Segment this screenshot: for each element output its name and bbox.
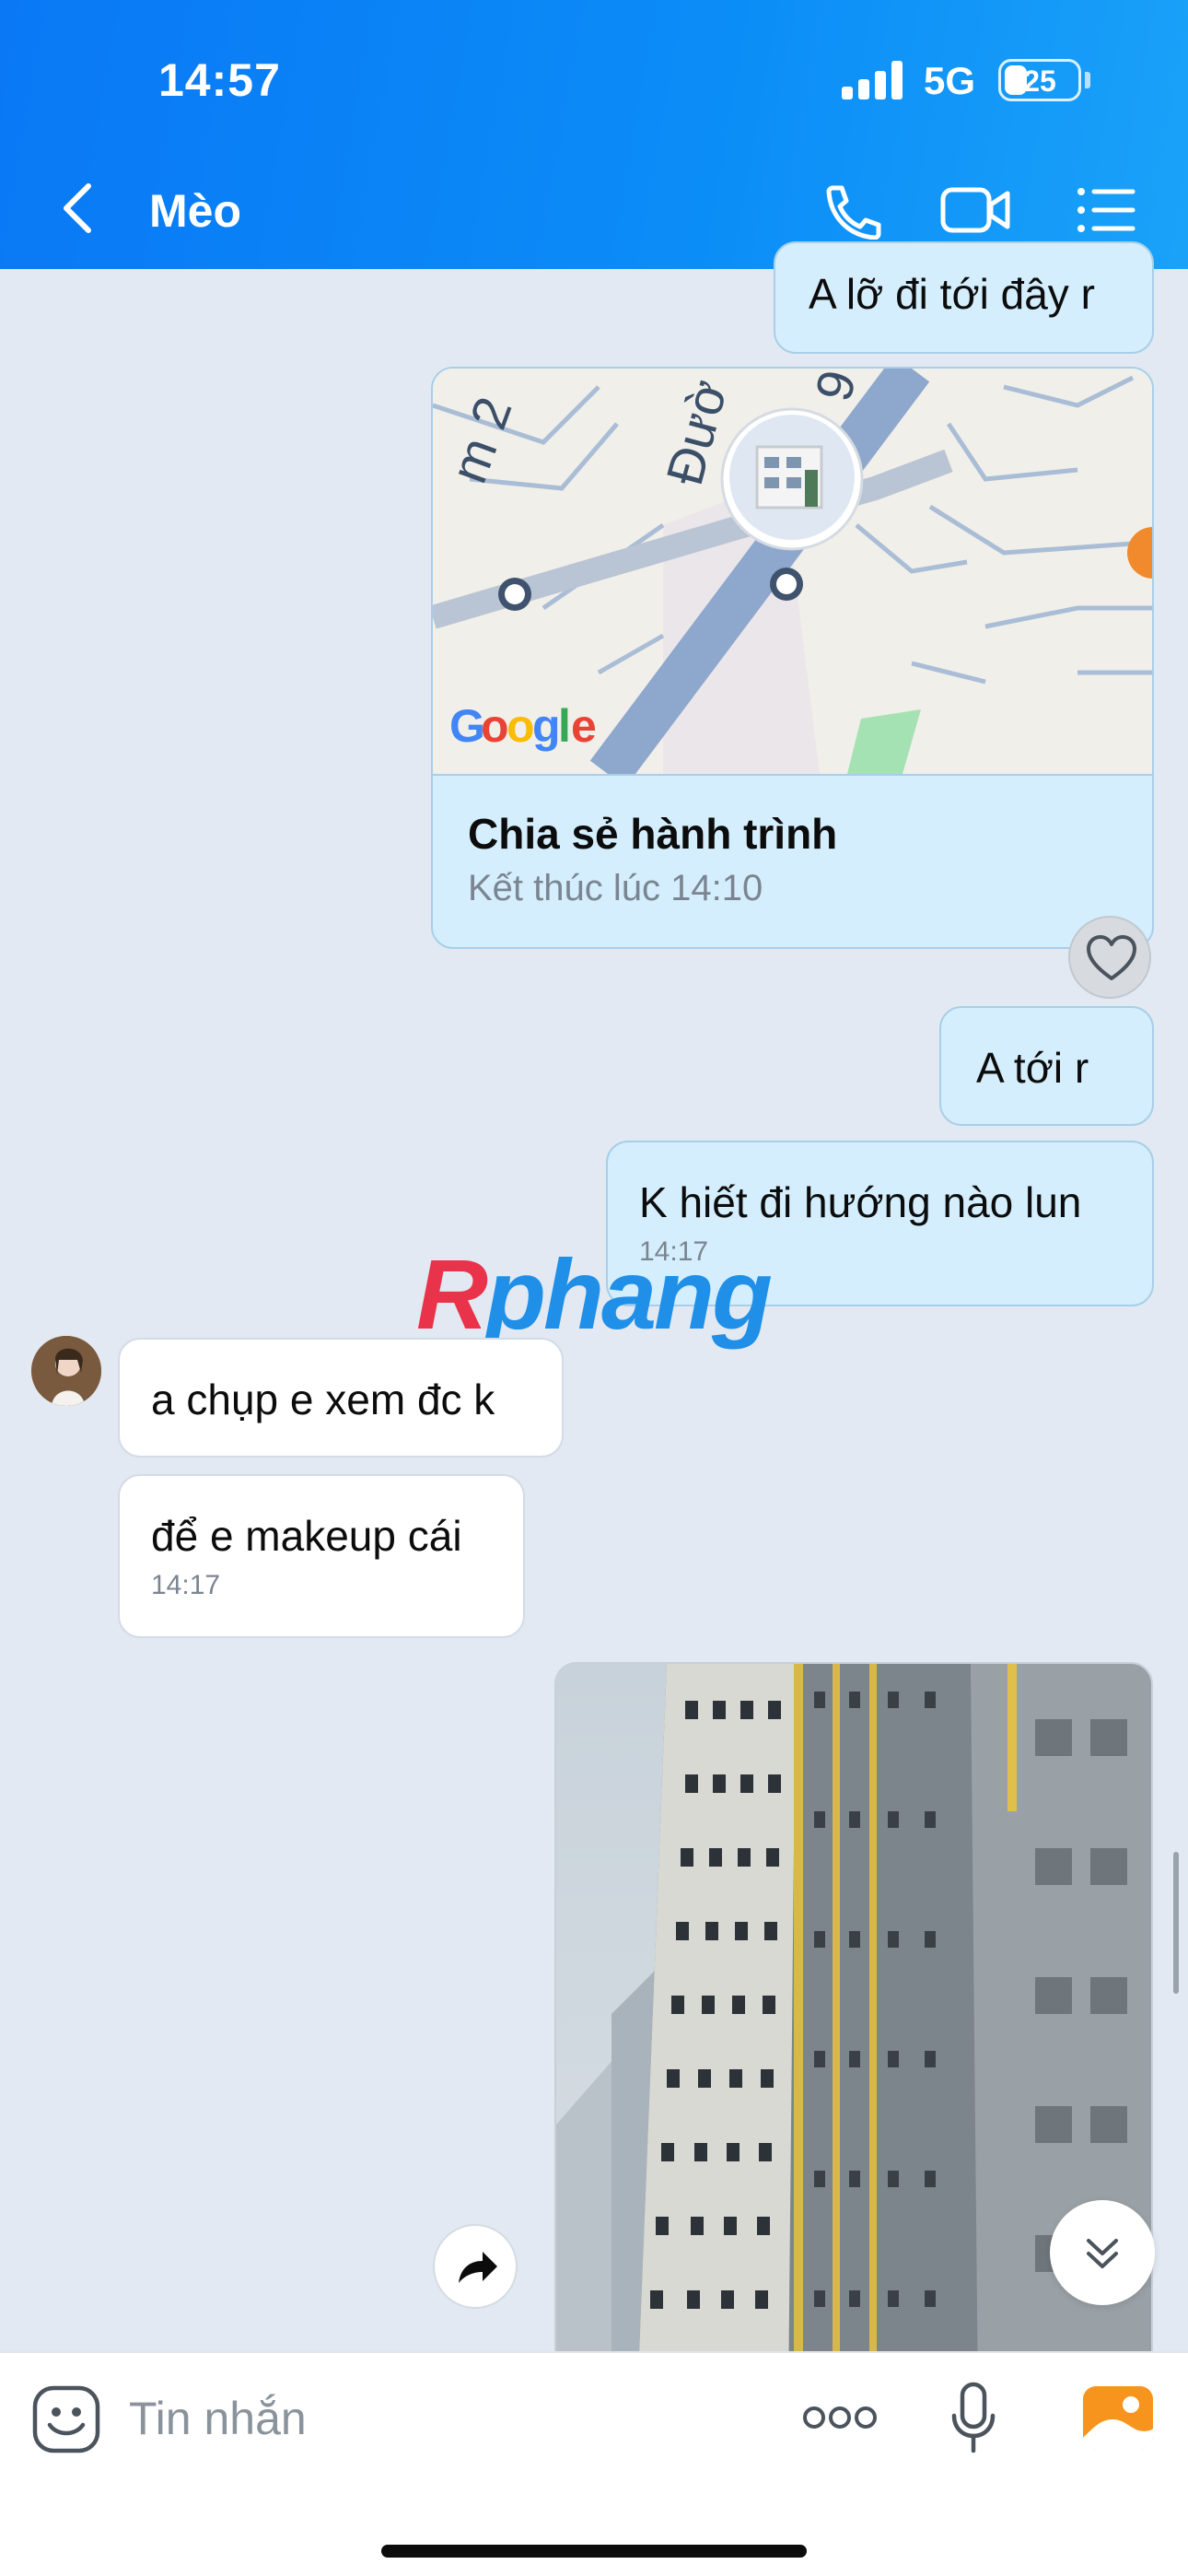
network-type: 5G — [924, 59, 976, 102]
location-share-title: Chia sẻ hành trình — [468, 810, 838, 858]
message-text: K hiết đi hướng nào lun — [639, 1178, 1082, 1226]
signal-icon — [842, 61, 904, 100]
home-indicator — [381, 2545, 807, 2558]
svg-text:e: e — [571, 700, 597, 752]
battery-cap — [1085, 72, 1090, 88]
more-options-icon[interactable] — [801, 2399, 879, 2436]
image-gallery-icon[interactable] — [1081, 2384, 1155, 2451]
message-bubble-in[interactable]: a chụp e xem đc k — [118, 1338, 564, 1458]
message-bubble-out[interactable]: A lỡ đi tới đây r — [774, 241, 1154, 354]
watermark-first: R — [416, 1238, 488, 1350]
message-text: A tới r — [976, 1044, 1089, 1092]
chevron-left-icon[interactable] — [59, 181, 96, 236]
video-call-icon[interactable] — [939, 181, 1013, 240]
forward-icon — [459, 2252, 497, 2283]
message-text: để e makeup cái — [151, 1512, 462, 1560]
contact-name[interactable]: Mèo — [149, 184, 241, 238]
status-time: 14:57 — [158, 54, 281, 106]
message-text: A lỡ đi tới đây r — [809, 270, 1095, 318]
avatar[interactable] — [31, 1336, 101, 1406]
scroll-to-bottom-button[interactable] — [1050, 2200, 1155, 2305]
double-chevron-down-icon — [1087, 2239, 1118, 2268]
location-share-footer: Chia sẻ hành trình Kết thúc lúc 14:10 — [433, 774, 1152, 947]
watermark: Rphang — [416, 1236, 773, 1352]
scrollbar[interactable] — [1173, 1852, 1179, 1994]
location-share-subtitle: Kết thúc lúc 14:10 — [468, 868, 763, 908]
avatar-image — [31, 1336, 101, 1406]
svg-text:g: g — [532, 700, 561, 752]
battery-icon: 25 — [998, 59, 1081, 101]
message-input[interactable]: Tin nhắn — [129, 2392, 307, 2445]
forward-button[interactable] — [433, 2224, 518, 2309]
emoji-sticker-icon[interactable] — [31, 2384, 101, 2454]
location-share-card[interactable]: m 2 Đườ 9 Google Chia sẻ hành trình Kết … — [431, 367, 1154, 949]
microphone-icon[interactable] — [949, 2381, 998, 2458]
svg-text:o: o — [481, 700, 509, 752]
message-bubble-out[interactable]: A tới r — [939, 1006, 1154, 1126]
composer-bar: Tin nhắn — [0, 2351, 1188, 2576]
react-heart-button[interactable] — [1068, 916, 1151, 999]
map-preview[interactable]: m 2 Đườ 9 Google — [433, 369, 1152, 774]
chat-header: 14:57 5G 25 Mèo — [0, 0, 1188, 269]
svg-text:l: l — [558, 700, 571, 752]
message-bubble-in[interactable]: để e makeup cái 14:17 — [118, 1474, 525, 1638]
heart-icon — [1087, 935, 1136, 980]
menu-list-icon[interactable] — [1074, 181, 1147, 240]
message-text: a chụp e xem đc k — [151, 1376, 495, 1423]
battery-level: 25 — [1023, 64, 1056, 98]
svg-text:o: o — [507, 700, 535, 752]
phone-icon[interactable] — [814, 181, 888, 240]
map-graphic: m 2 Đườ 9 Googl e — [433, 369, 1152, 774]
message-time: 14:17 — [151, 1570, 221, 1600]
watermark-rest: phang — [485, 1238, 773, 1350]
